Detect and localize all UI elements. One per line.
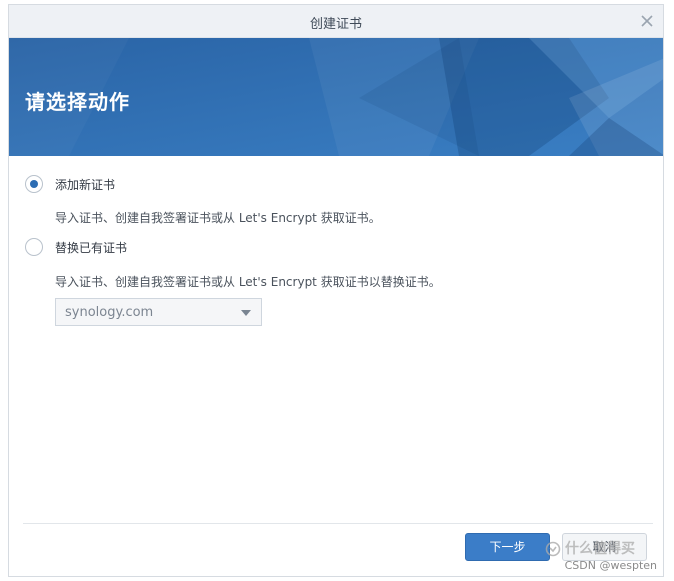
option-description: 导入证书、创建自我签署证书或从 Let's Encrypt 获取证书以替换证书。	[55, 275, 441, 289]
dialog-titlebar: 创建证书	[9, 5, 663, 38]
dialog-title: 创建证书	[309, 17, 362, 32]
chevron-down-icon	[241, 310, 251, 316]
radio-replace-existing[interactable]	[25, 238, 43, 256]
cancel-button[interactable]: 取消	[562, 533, 647, 561]
option-add-new-certificate[interactable]: 添加新证书	[25, 175, 115, 193]
radio-add-new[interactable]	[25, 175, 43, 193]
wizard-banner: 请选择动作	[9, 38, 663, 156]
option-replace-existing-certificate[interactable]: 替换已有证书	[25, 238, 127, 256]
option-label: 添加新证书	[55, 177, 116, 192]
close-icon	[641, 15, 653, 27]
certificate-select[interactable]: synology.com	[55, 298, 262, 326]
certificate-select-value: synology.com	[65, 305, 154, 320]
create-certificate-dialog: 创建证书 请选择动作 添加新证书 导入证书、创建自我签署证书或从 Let's E…	[8, 4, 664, 577]
close-button[interactable]	[637, 11, 657, 31]
banner-title: 请选择动作	[25, 90, 130, 114]
footer-divider	[23, 523, 653, 524]
option-label: 替换已有证书	[55, 240, 128, 255]
next-button[interactable]: 下一步	[465, 533, 550, 561]
option-description: 导入证书、创建自我签署证书或从 Let's Encrypt 获取证书。	[55, 211, 381, 225]
